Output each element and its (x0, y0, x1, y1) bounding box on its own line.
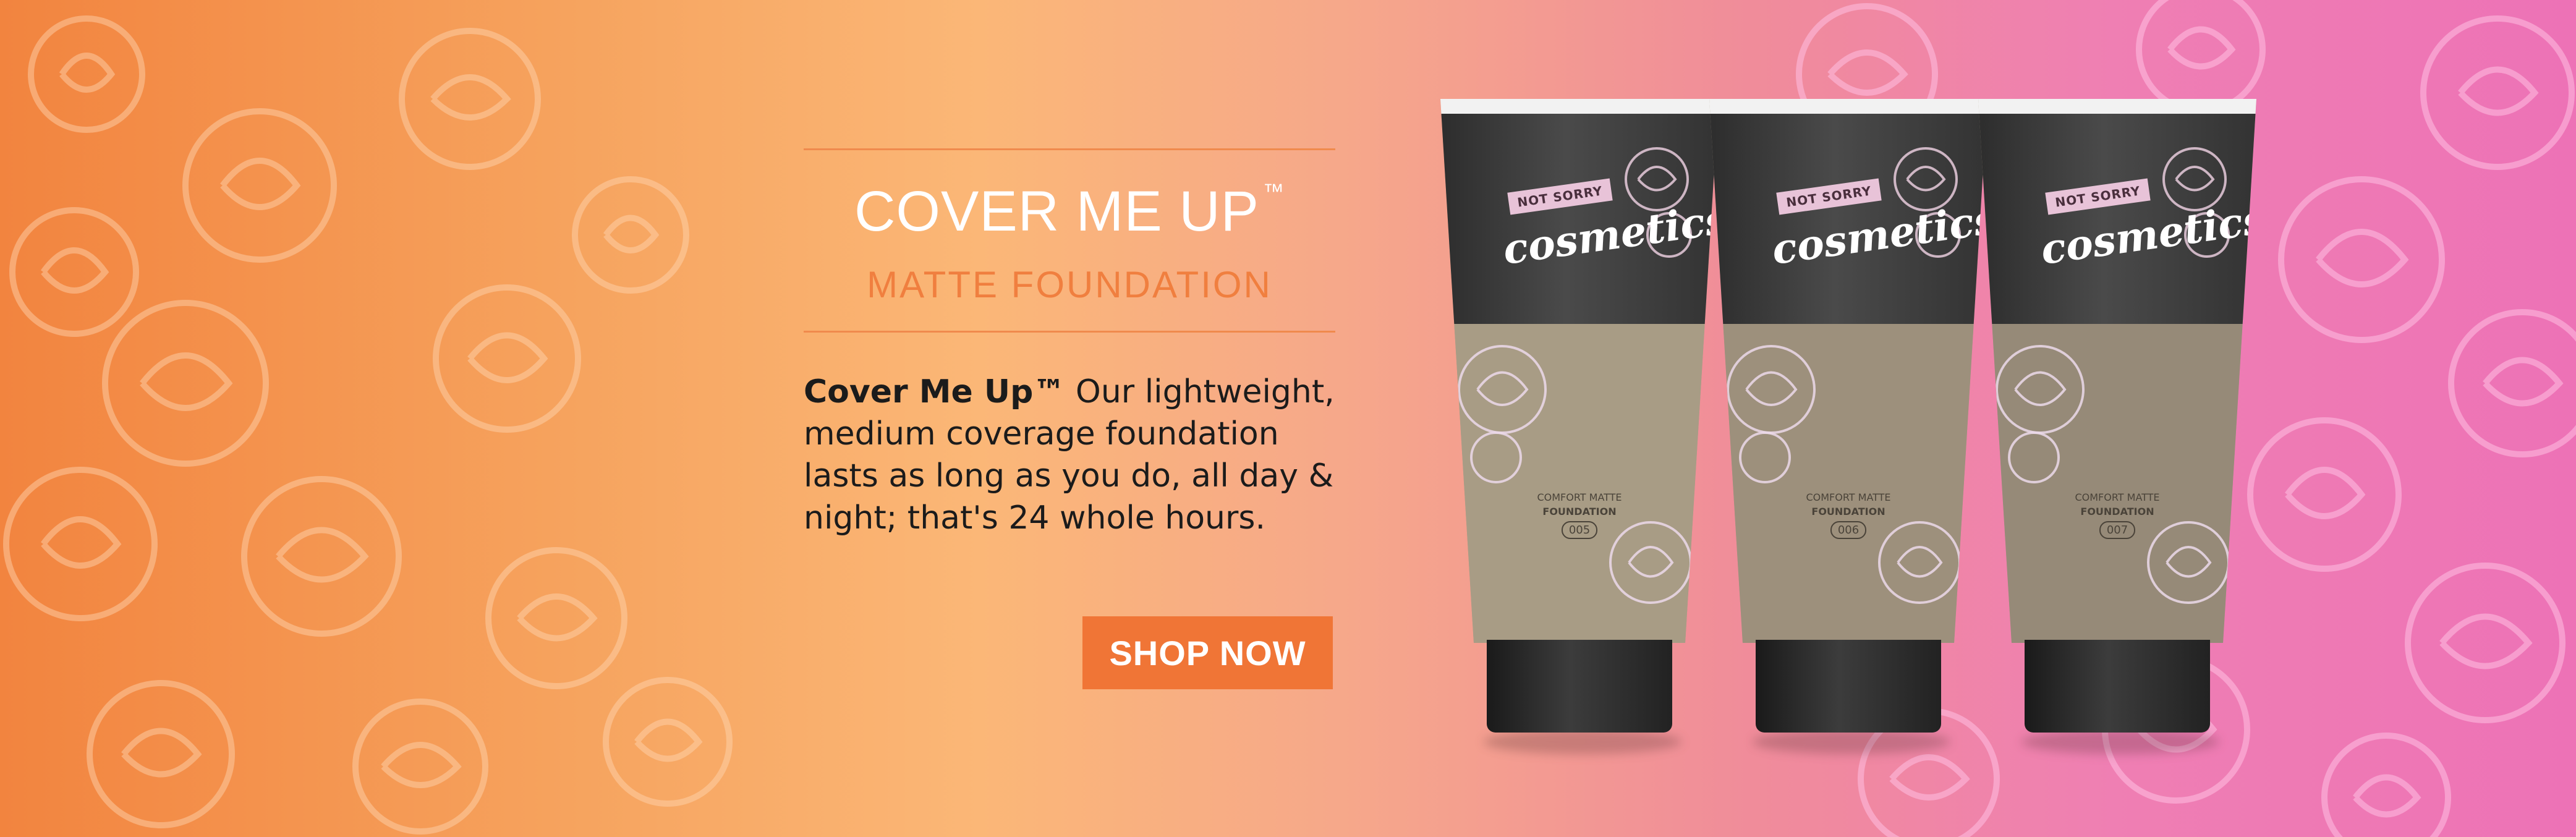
tube-label-line1: COMFORT MATTE (1537, 491, 1622, 503)
product-subtitle: MATTE FOUNDATION (867, 264, 1272, 305)
product-title-text: COVER ME UP (854, 180, 1260, 243)
tube-label: COMFORT MATTE FOUNDATION 006 (1709, 491, 1987, 539)
tube-shadow (2021, 729, 2219, 754)
hero-copy: COVER ME UP ™ MATTE FOUNDATION Cover Me U… (804, 148, 1335, 539)
trademark-symbol: ™ (1263, 180, 1285, 203)
tube-label: COMFORT MATTE FOUNDATION 007 (1978, 491, 2256, 539)
product-tube[interactable]: NOT SORRY cosmetics COMFORT MATTE FOUNDA… (1978, 99, 2256, 754)
product-description: Cover Me Up™ Our lightweight, medium cov… (804, 371, 1335, 539)
product-title: COVER ME UP ™ (804, 181, 1335, 240)
rose-decoration-icon (1458, 345, 1547, 483)
title-divider-top (804, 148, 1335, 150)
shade-number: 007 (2099, 521, 2136, 539)
tube-cap (1487, 640, 1672, 733)
tube-shadow (1753, 729, 1950, 754)
tube-label-line1: COMFORT MATTE (1806, 491, 1891, 503)
product-tube[interactable]: NOT SORRY cosmetics COMFORT MATTE FOUNDA… (1709, 99, 1987, 754)
description-lead: Cover Me Up™ (804, 373, 1066, 410)
tube-label: COMFORT MATTE FOUNDATION 005 (1440, 491, 1719, 539)
product-tube[interactable]: NOT SORRY cosmetics COMFORT MATTE FOUNDA… (1440, 99, 1719, 754)
tube-body: NOT SORRY cosmetics COMFORT MATTE FOUNDA… (1978, 99, 2256, 643)
tube-body: NOT SORRY cosmetics COMFORT MATTE FOUNDA… (1709, 99, 1987, 643)
tube-cap (1756, 640, 1941, 733)
tube-label-line2: FOUNDATION (2080, 506, 2154, 517)
title-divider-bottom (804, 331, 1335, 333)
tube-body: NOT SORRY cosmetics COMFORT MATTE FOUNDA… (1440, 99, 1719, 643)
tube-crimp (1978, 99, 2256, 114)
product-image-group: NOT SORRY cosmetics COMFORT MATTE FOUNDA… (1440, 99, 2281, 754)
tube-label-line1: COMFORT MATTE (2075, 491, 2160, 503)
tube-crimp (1440, 99, 1719, 114)
rose-decoration-icon (1727, 345, 1816, 483)
shop-now-button[interactable]: SHOP NOW (1082, 616, 1333, 689)
tube-cap (2025, 640, 2210, 733)
shade-number: 005 (1561, 521, 1598, 539)
tube-crimp (1709, 99, 1987, 114)
rose-decoration-icon (1996, 345, 2085, 483)
shade-number: 006 (1830, 521, 1867, 539)
hero-banner: COVER ME UP ™ MATTE FOUNDATION Cover Me U… (0, 0, 2576, 837)
tube-label-line2: FOUNDATION (1542, 506, 1617, 517)
rose-pattern-left (3, 15, 733, 835)
tube-shadow (1484, 729, 1681, 754)
tube-label-line2: FOUNDATION (1811, 506, 1885, 517)
